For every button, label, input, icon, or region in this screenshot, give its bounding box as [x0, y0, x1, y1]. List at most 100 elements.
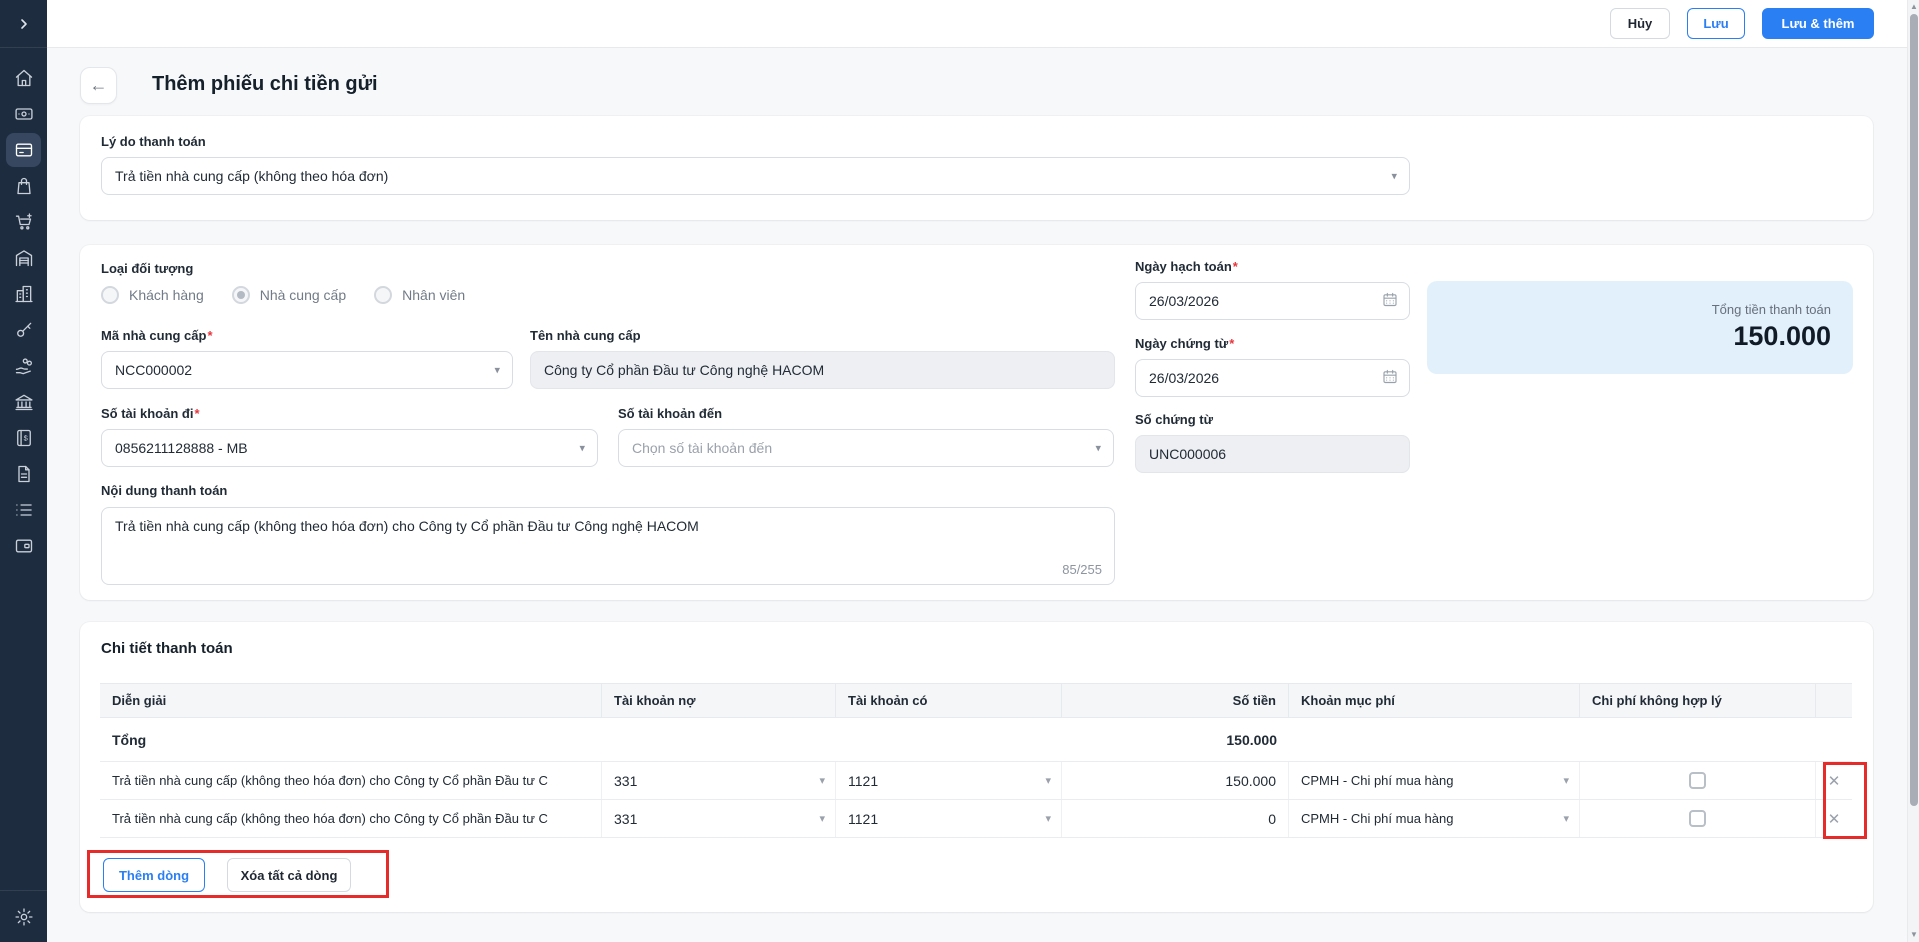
- invalid-expense-checkbox[interactable]: [1689, 810, 1706, 827]
- credit-card-icon: [15, 143, 32, 157]
- sidebar-item-cashbook[interactable]: $: [0, 420, 47, 456]
- calendar-icon: [1382, 292, 1398, 311]
- sidebar-item-documents[interactable]: [0, 456, 47, 492]
- chevron-right-icon: [20, 18, 27, 29]
- chevron-down-icon: ▾: [1095, 442, 1101, 455]
- document-icon: [17, 465, 30, 483]
- debit-account-select[interactable]: 331 ▾: [602, 800, 836, 837]
- expense-item-select[interactable]: CPMH - Chi phí mua hàng ▾: [1289, 762, 1580, 799]
- payment-content-label: Nội dung thanh toán: [101, 483, 228, 498]
- chevron-down-icon: ▾: [1563, 813, 1569, 825]
- sidebar-item-categories[interactable]: [0, 492, 47, 528]
- key-icon: [16, 322, 31, 337]
- sidebar-item-salary[interactable]: [0, 348, 47, 384]
- save-button[interactable]: Lưu: [1687, 8, 1745, 39]
- chevron-down-icon: ▾: [1391, 170, 1397, 183]
- payment-reason-label: Lý do thanh toán: [101, 134, 206, 149]
- radio-circle-icon: [101, 286, 119, 304]
- chevron-down-icon: ▾: [494, 364, 500, 377]
- delete-row-button[interactable]: ✕: [1816, 772, 1852, 790]
- home-icon: [15, 69, 32, 87]
- shopping-bag-icon: [16, 177, 31, 195]
- sidebar-expand-button[interactable]: [0, 0, 47, 48]
- object-type-radio-group: Khách hàng Nhà cung cấp Nhân viên: [101, 286, 465, 304]
- description-cell[interactable]: Trả tiền nhà cung cấp (không theo hóa đơ…: [100, 762, 602, 799]
- document-date-input[interactable]: 26/03/2026: [1135, 359, 1410, 397]
- wallet-icon: [15, 539, 32, 553]
- warehouse-icon: [15, 250, 32, 267]
- total-amount-value: 150.000: [1733, 321, 1831, 351]
- supplier-code-select[interactable]: NCC000002 ▾: [101, 351, 513, 389]
- supplier-name-label: Tên nhà cung cấp: [530, 328, 641, 343]
- radio-selected-icon: [231, 286, 250, 304]
- document-no-input: UNC000006: [1135, 435, 1410, 473]
- total-amount-label: Tổng tiền thanh toán: [1711, 302, 1831, 317]
- posting-date-label: Ngày hạch toán*: [1135, 259, 1238, 274]
- char-counter: 85/255: [1062, 562, 1102, 577]
- col-header-debit-account: Tài khoản nợ: [602, 684, 836, 717]
- sidebar-item-orders[interactable]: [0, 204, 47, 240]
- delete-all-rows-button[interactable]: Xóa tất cả dòng: [227, 858, 351, 892]
- table-total-row: Tổng 150.000: [100, 719, 1852, 762]
- description-cell[interactable]: Trả tiền nhà cung cấp (không theo hóa đơ…: [100, 800, 602, 837]
- sidebar-item-cash[interactable]: [0, 96, 47, 132]
- total-label-cell: Tổng: [112, 732, 147, 748]
- payment-content-textarea[interactable]: Trả tiền nhà cung cấp (không theo hóa đơ…: [101, 507, 1115, 585]
- amount-cell[interactable]: 0: [1062, 800, 1289, 837]
- add-row-button[interactable]: Thêm dòng: [103, 858, 205, 892]
- cancel-button[interactable]: Hủy: [1610, 8, 1670, 39]
- credit-account-select[interactable]: 1121 ▾: [836, 800, 1062, 837]
- chevron-down-icon: ▾: [819, 813, 825, 825]
- payment-reason-card: Lý do thanh toán Trả tiền nhà cung cấp (…: [80, 116, 1873, 220]
- chevron-down-icon: ▾: [1563, 775, 1569, 787]
- calendar-icon: [1382, 369, 1398, 388]
- amount-cell[interactable]: 150.000: [1062, 762, 1289, 799]
- radio-employee[interactable]: Nhân viên: [374, 286, 465, 304]
- cash-journal-icon: $: [16, 429, 31, 447]
- document-date-label: Ngày chứng từ*: [1135, 336, 1235, 351]
- sidebar: $: [0, 0, 47, 942]
- delete-row-button[interactable]: ✕: [1816, 810, 1852, 828]
- svg-text:$: $: [23, 434, 28, 443]
- col-header-description: Diễn giải: [100, 684, 602, 717]
- vertical-scrollbar: ▲ ▼: [1907, 0, 1919, 942]
- save-and-add-button[interactable]: Lưu & thêm: [1762, 8, 1874, 39]
- debit-account-select[interactable]: 331 ▾: [602, 762, 836, 799]
- shopping-cart-icon: [15, 213, 32, 230]
- posting-date-input[interactable]: 26/03/2026: [1135, 282, 1410, 320]
- account-from-select[interactable]: 0856211128888 - MB ▾: [101, 429, 598, 467]
- arrow-left-icon: ←: [89, 75, 108, 95]
- sidebar-item-assets[interactable]: [0, 312, 47, 348]
- col-header-invalid-expense: Chi phí không hợp lý: [1580, 684, 1816, 717]
- sidebar-item-inventory[interactable]: [0, 240, 47, 276]
- invalid-expense-checkbox[interactable]: [1689, 772, 1706, 789]
- bank-icon: [14, 394, 33, 411]
- chevron-down-icon: ▾: [819, 775, 825, 787]
- sidebar-item-settings[interactable]: [0, 890, 47, 942]
- scrollbar-thumb[interactable]: [1910, 14, 1918, 806]
- radio-supplier[interactable]: Nhà cung cấp: [231, 286, 346, 304]
- table-header-row: Diễn giải Tài khoản nợ Tài khoản có Số t…: [100, 683, 1852, 718]
- table-row: Trả tiền nhà cung cấp (không theo hóa đơ…: [100, 762, 1852, 800]
- scroll-up-arrow-icon[interactable]: ▲: [1910, 3, 1918, 11]
- account-to-select[interactable]: Chọn số tài khoản đến ▾: [618, 429, 1114, 467]
- sidebar-item-home[interactable]: [0, 60, 47, 96]
- total-amount-box: Tổng tiền thanh toán 150.000: [1427, 281, 1853, 374]
- chevron-down-icon: ▾: [1045, 775, 1051, 787]
- credit-account-select[interactable]: 1121 ▾: [836, 762, 1062, 799]
- sidebar-item-bank-deposit[interactable]: [0, 132, 47, 168]
- sidebar-item-wallet[interactable]: [0, 528, 47, 564]
- supplier-name-input: Công ty Cổ phần Đầu tư Công nghệ HACOM: [530, 351, 1115, 389]
- scroll-down-arrow-icon[interactable]: ▼: [1910, 931, 1918, 939]
- radio-customer[interactable]: Khách hàng: [101, 286, 204, 304]
- chevron-down-icon: ▾: [579, 442, 585, 455]
- sidebar-item-company[interactable]: [0, 276, 47, 312]
- sidebar-item-tax[interactable]: [0, 384, 47, 420]
- sidebar-item-purchases[interactable]: [0, 168, 47, 204]
- col-header-expense-item: Khoản mục phí: [1289, 684, 1580, 717]
- expense-item-select[interactable]: CPMH - Chi phí mua hàng ▾: [1289, 800, 1580, 837]
- col-header-amount: Số tiền: [1062, 684, 1289, 717]
- back-button[interactable]: ←: [80, 67, 117, 104]
- payment-reason-select[interactable]: Trả tiền nhà cung cấp (không theo hóa đơ…: [101, 157, 1410, 195]
- table-row: Trả tiền nhà cung cấp (không theo hóa đơ…: [100, 800, 1852, 838]
